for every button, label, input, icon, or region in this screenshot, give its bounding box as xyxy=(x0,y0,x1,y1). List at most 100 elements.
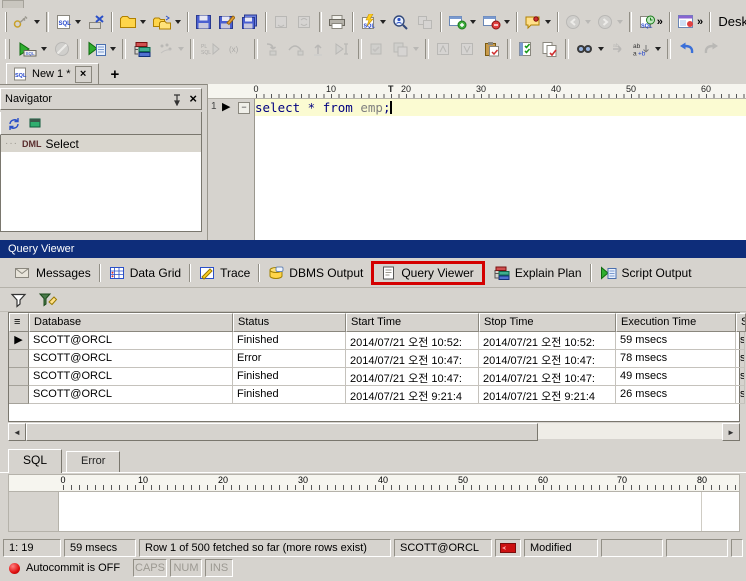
redo-button[interactable] xyxy=(699,37,724,61)
disconnect-button[interactable] xyxy=(84,10,108,34)
sql-history-button[interactable]: SQL » xyxy=(635,10,666,34)
group-toggle-icon[interactable] xyxy=(29,117,41,129)
chevron-down-icon[interactable] xyxy=(470,20,476,27)
column-header-execution-time[interactable]: Execution Time xyxy=(616,313,736,332)
desktop-label[interactable]: Desk xyxy=(718,14,746,29)
chevron-down-icon[interactable] xyxy=(617,20,623,27)
tab-explain-plan[interactable]: Explain Plan xyxy=(485,263,590,283)
editor-body[interactable]: 1 ▶ − select * from emp; xyxy=(208,99,746,240)
filter-icon[interactable] xyxy=(10,292,28,308)
undo-button[interactable] xyxy=(674,37,699,61)
tab-trace[interactable]: Trace xyxy=(191,263,258,283)
chevron-down-icon[interactable] xyxy=(545,20,551,27)
tab-script-output[interactable]: Script Output xyxy=(592,263,700,283)
navigate-forward-button[interactable] xyxy=(594,10,626,34)
describe-objects-button[interactable] xyxy=(389,10,413,34)
column-header-stop-time[interactable]: Stop Time xyxy=(479,313,616,332)
replace-button[interactable]: aba+b xyxy=(629,37,664,61)
scrollbar-thumb[interactable] xyxy=(26,423,538,441)
column-header-database[interactable]: Database xyxy=(29,313,233,332)
scroll-left-icon[interactable]: ◄ xyxy=(8,423,26,441)
pin-icon[interactable] xyxy=(171,93,183,106)
check-file-in-button[interactable] xyxy=(432,37,456,61)
chevron-down-icon[interactable] xyxy=(504,20,510,27)
comment-button[interactable] xyxy=(521,10,554,34)
execution-arrow-icon[interactable]: ▶ xyxy=(222,100,230,113)
column-header-start-time[interactable]: Start Time xyxy=(346,313,479,332)
chevron-down-icon[interactable] xyxy=(34,20,40,27)
save-all-button[interactable] xyxy=(238,10,262,34)
new-sql-document-button[interactable]: SQL xyxy=(52,10,84,34)
grid-horizontal-scrollbar[interactable]: ◄ ► xyxy=(8,423,740,439)
object-search-button[interactable] xyxy=(413,10,437,34)
toolbar-overflow-icon[interactable]: » xyxy=(657,16,662,28)
code-fold-icon[interactable]: − xyxy=(238,102,250,114)
navigate-back-button[interactable] xyxy=(562,10,594,34)
connect-button[interactable] xyxy=(10,10,43,34)
clear-filter-icon[interactable] xyxy=(38,292,58,308)
open-file-button[interactable] xyxy=(116,10,149,34)
column-header-clipped[interactable]: S xyxy=(736,313,746,332)
new-window-button[interactable] xyxy=(445,10,479,34)
reload-all-button[interactable] xyxy=(293,10,316,34)
compile-button[interactable] xyxy=(365,37,389,61)
document-tab-new1[interactable]: SQL New 1 * × xyxy=(6,63,99,84)
execute-xc-button[interactable]: (x) xyxy=(225,37,251,61)
sql-recall-button[interactable]: SQL xyxy=(357,10,389,34)
chevron-down-icon[interactable] xyxy=(178,47,184,54)
tab-error[interactable]: Error xyxy=(66,451,120,472)
explain-plan-button[interactable] xyxy=(129,37,154,61)
find-next-button[interactable]: ab xyxy=(607,37,629,61)
save-as-button[interactable] xyxy=(215,10,238,34)
tab-sql[interactable]: SQL xyxy=(8,449,62,473)
chevron-down-icon[interactable] xyxy=(655,47,661,54)
chevron-down-icon[interactable] xyxy=(140,20,146,27)
step-into-button[interactable] xyxy=(261,37,284,61)
grid-row[interactable]: SCOTT@ORCL Finished 2014/07/21 오전 9:21:4… xyxy=(9,386,739,404)
add-tab-button[interactable]: + xyxy=(107,66,124,84)
save-button[interactable] xyxy=(192,10,215,34)
execute-script-button[interactable] xyxy=(84,37,119,61)
tab-query-viewer[interactable]: Query Viewer xyxy=(371,261,484,285)
grid-row[interactable]: SCOTT@ORCL Error 2014/07/21 오전 10:47: 20… xyxy=(9,350,739,368)
reopen-file-button[interactable] xyxy=(149,10,184,34)
chevron-down-icon[interactable] xyxy=(598,47,604,54)
grid-row[interactable]: SCOTT@ORCL Finished 2014/07/21 오전 10:47:… xyxy=(9,368,739,386)
chevron-down-icon[interactable] xyxy=(585,20,591,27)
code-line-1[interactable]: select * from emp; xyxy=(255,99,746,116)
close-window-button[interactable] xyxy=(479,10,513,34)
step-over-button[interactable] xyxy=(284,37,307,61)
toolbar-overflow-icon[interactable]: » xyxy=(697,16,702,28)
check-syntax-button[interactable] xyxy=(514,37,538,61)
tab-dbms-output[interactable]: DBMS Output xyxy=(260,263,371,283)
print-button[interactable] xyxy=(325,10,349,34)
toolbar-drag-handle[interactable] xyxy=(5,39,10,59)
plsql-debug-button[interactable]: PLSQL xyxy=(197,37,225,61)
copy-check-button[interactable] xyxy=(538,37,562,61)
row-selector-header[interactable]: ≡ xyxy=(9,313,29,332)
tab-messages[interactable]: Messages xyxy=(6,263,99,283)
compile-all-button[interactable] xyxy=(389,37,422,61)
chevron-down-icon[interactable] xyxy=(175,20,181,27)
refresh-icon[interactable] xyxy=(7,116,21,130)
scroll-right-icon[interactable]: ► xyxy=(722,423,740,441)
column-header-status[interactable]: Status xyxy=(233,313,346,332)
find-button[interactable] xyxy=(572,37,607,61)
chevron-down-icon[interactable] xyxy=(110,47,116,54)
chevron-down-icon[interactable] xyxy=(413,47,419,54)
desktop-panels-button[interactable]: » xyxy=(674,10,706,34)
step-out-button[interactable] xyxy=(307,37,330,61)
cancel-execute-button[interactable] xyxy=(50,37,74,61)
close-tab-icon[interactable]: × xyxy=(75,66,92,83)
chevron-down-icon[interactable] xyxy=(75,20,81,27)
sql-editor[interactable]: 0 10 20 30 40 50 60 T 1 ▶ − select * fro… xyxy=(207,84,746,240)
grid-row[interactable]: ▶ SCOTT@ORCL Finished 2014/07/21 오전 10:5… xyxy=(9,332,739,350)
navigator-item-dml-select[interactable]: ··· DML Select xyxy=(1,135,201,152)
chevron-down-icon[interactable] xyxy=(380,20,386,27)
paste-button[interactable] xyxy=(480,37,504,61)
reload-file-button[interactable] xyxy=(270,10,293,34)
debug-toggle-button[interactable] xyxy=(154,37,187,61)
toolbar-drag-handle[interactable] xyxy=(5,12,7,32)
execute-statement-button[interactable]: SQL xyxy=(13,37,50,61)
chevron-down-icon[interactable] xyxy=(41,47,47,54)
